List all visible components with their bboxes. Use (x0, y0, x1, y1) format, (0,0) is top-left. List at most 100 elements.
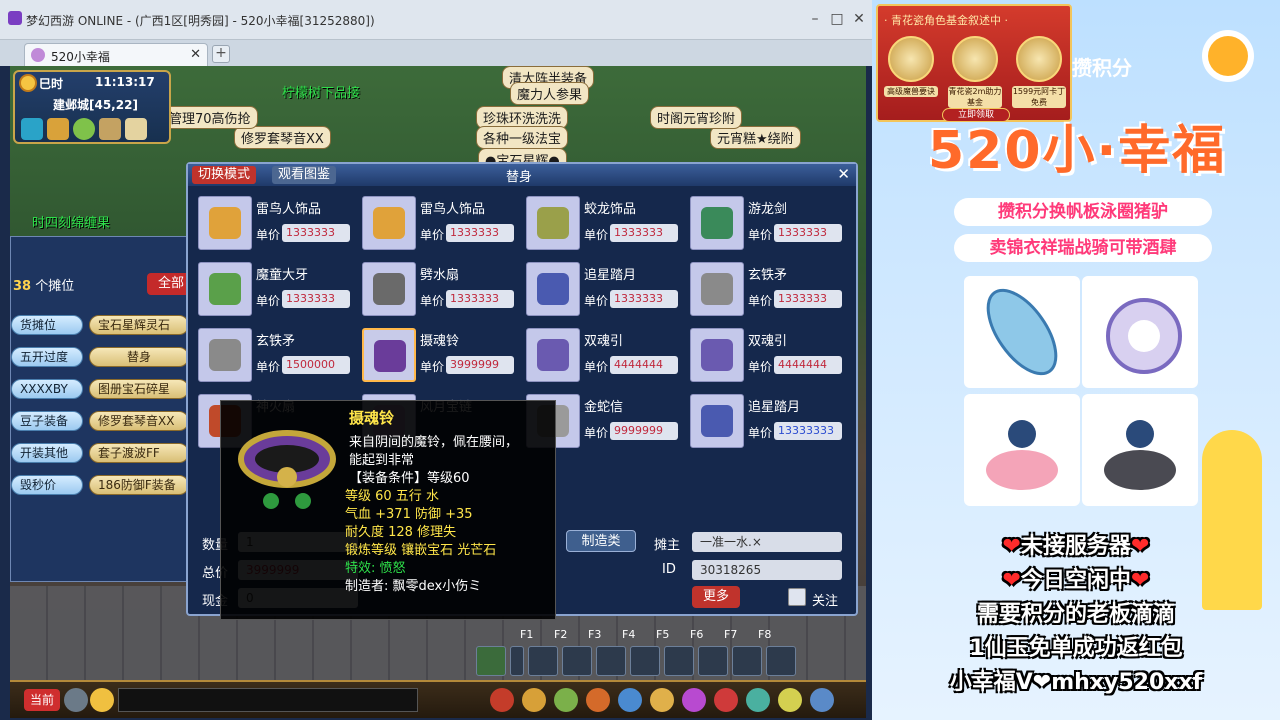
compass-icon[interactable] (73, 118, 95, 140)
tab-switch-mode[interactable]: 切换模式 (192, 166, 257, 184)
shop-item[interactable]: 双魂引 单价 4444444 (680, 326, 842, 384)
close-icon[interactable]: ✕ (837, 165, 850, 183)
shop-item[interactable]: 玄铁矛 单价 1500000 (188, 326, 350, 384)
stall-filter-left[interactable]: 豆子装备 (11, 411, 83, 431)
shop-item[interactable]: 魔童大牙 单价 1333333 (188, 260, 350, 318)
shop-item[interactable]: 追星踏月 单价 13333333 (680, 392, 842, 450)
hotbar-slot[interactable] (664, 646, 694, 676)
hotbar-slot[interactable] (698, 646, 728, 676)
chat-channel-tab[interactable]: 当前 (24, 689, 60, 711)
stall-filter-right[interactable]: 宝石星辉灵石 (89, 315, 189, 335)
new-tab-button[interactable]: + (212, 45, 230, 63)
item-icon[interactable] (690, 196, 744, 250)
tooltip-line: 能起到非常 (349, 453, 415, 468)
npc-stall-label[interactable]: 修罗套琴音XX (234, 126, 331, 149)
npc-stall-label[interactable]: 元宵糕★绕附 (710, 126, 801, 149)
emoji-icon[interactable] (90, 688, 114, 712)
trade-icon[interactable] (586, 688, 610, 712)
shop-item[interactable]: 劈水扇 单价 1333333 (352, 260, 514, 318)
fund-banner[interactable]: · 青花瓷角色基金叙述中 · 高级魔兽要诀 青花瓷2m助力基金 1599元阿卡丁… (876, 4, 1072, 122)
minimize-button[interactable]: – (806, 10, 824, 28)
item-name: 雷鸟人饰品 (420, 202, 486, 217)
hotbar-slot[interactable] (630, 646, 660, 676)
npc-stall-label[interactable]: 时阁元宵珍附 (650, 106, 743, 129)
price-label: 单价 (748, 228, 773, 242)
item-icon[interactable] (526, 196, 580, 250)
quest-icon[interactable] (682, 688, 706, 712)
shop-item[interactable]: 雷鸟人饰品 单价 1333333 (352, 194, 514, 252)
item-icon[interactable] (198, 196, 252, 250)
item-icon[interactable] (362, 328, 416, 382)
stall-filter-right[interactable]: 套子渡波FF (89, 443, 189, 463)
player-name-label[interactable]: 柠檬树下品接 (282, 82, 360, 101)
tab-close-icon[interactable]: ✕ (190, 47, 201, 62)
player-name-label[interactable]: 时四刻绵缠果 (32, 212, 110, 231)
settings-icon[interactable] (810, 688, 834, 712)
stall-filter-right[interactable]: 替身 (89, 347, 189, 367)
refresh-icon[interactable] (476, 646, 506, 676)
item-icon[interactable] (526, 328, 580, 382)
hotbar-slot[interactable] (562, 646, 592, 676)
gift-icon[interactable] (99, 118, 121, 140)
item-icon[interactable] (522, 688, 546, 712)
npc-stall-label[interactable]: 各种一级法宝 (476, 126, 569, 149)
item-price: 4444444 (610, 356, 678, 374)
more-button[interactable]: 更多 (692, 586, 740, 608)
item-icon[interactable] (690, 328, 744, 382)
friends-icon[interactable] (746, 688, 770, 712)
stall-filter-left[interactable]: XXXXBY (11, 379, 83, 399)
stall-filter-right[interactable]: 修罗套琴音XX (89, 411, 189, 431)
microphone-icon[interactable] (64, 688, 88, 712)
follow-checkbox[interactable] (788, 588, 806, 606)
tab-view-catalog[interactable]: 观看图鉴 (272, 166, 337, 184)
npc-stall-label[interactable]: 管理70高伤抢 (162, 106, 258, 129)
item-price: 1333333 (282, 290, 350, 308)
map-location[interactable]: 建邺城[45,22] (53, 96, 138, 113)
item-icon[interactable] (198, 262, 252, 316)
item-icon[interactable] (362, 196, 416, 250)
owner-value: 一准一水.× (692, 532, 842, 552)
hotbar-slot[interactable] (766, 646, 796, 676)
hotbar-scroll[interactable] (510, 646, 524, 676)
tab-main[interactable]: 520小幸福 ✕ (24, 43, 208, 66)
stall-filter-left[interactable]: 五开过度 (11, 347, 83, 367)
jar-icon (1016, 36, 1062, 82)
shop-item[interactable]: 玄铁矛 单价 1333333 (680, 260, 842, 318)
price-label: 单价 (420, 228, 445, 242)
stall-filter-left[interactable]: 货摊位 (11, 315, 83, 335)
attack-icon[interactable] (490, 688, 514, 712)
stall-filter-right[interactable]: 图册宝石碎星 (89, 379, 189, 399)
pet-icon[interactable] (650, 688, 674, 712)
shop-item[interactable]: 游龙剑 单价 1333333 (680, 194, 842, 252)
hotbar-slot[interactable] (528, 646, 558, 676)
make-category-button[interactable]: 制造类 (566, 530, 636, 552)
map-icon[interactable] (21, 118, 43, 140)
price-label: 单价 (748, 360, 773, 374)
item-icon[interactable] (362, 262, 416, 316)
system-icon[interactable] (778, 688, 802, 712)
give-icon[interactable] (554, 688, 578, 712)
maximize-button[interactable]: □ (828, 10, 846, 28)
banner-reward: 青花瓷2m助力基金 (948, 86, 1002, 108)
guild-icon[interactable] (714, 688, 738, 712)
stall-filter-left[interactable]: 开装其他 (11, 443, 83, 463)
shop-item[interactable]: 蛟龙饰品 单价 1333333 (516, 194, 678, 252)
chat-input[interactable] (118, 688, 418, 712)
shop-item[interactable]: 摄魂铃 单价 3999999 (352, 326, 514, 384)
item-icon[interactable] (198, 328, 252, 382)
stall-filter-left[interactable]: 毁秒价 (11, 475, 83, 495)
shop-item[interactable]: 追星踏月 单价 1333333 (516, 260, 678, 318)
hotbar-slot[interactable] (596, 646, 626, 676)
hotbar-slot[interactable] (732, 646, 762, 676)
item-icon[interactable] (690, 262, 744, 316)
shop-item[interactable]: 雷鸟人饰品 单价 1333333 (188, 194, 350, 252)
item-icon[interactable] (690, 394, 744, 448)
shop-item[interactable]: 双魂引 单价 4444444 (516, 326, 678, 384)
scroll-icon[interactable] (47, 118, 69, 140)
team-icon[interactable] (618, 688, 642, 712)
item-icon[interactable] (526, 262, 580, 316)
calendar-icon[interactable] (125, 118, 147, 140)
npc-stall-label[interactable]: 魔力人参果 (510, 82, 590, 105)
stall-filter-right[interactable]: 186防御F装备 (89, 475, 189, 495)
close-window-button[interactable]: ✕ (850, 10, 868, 28)
